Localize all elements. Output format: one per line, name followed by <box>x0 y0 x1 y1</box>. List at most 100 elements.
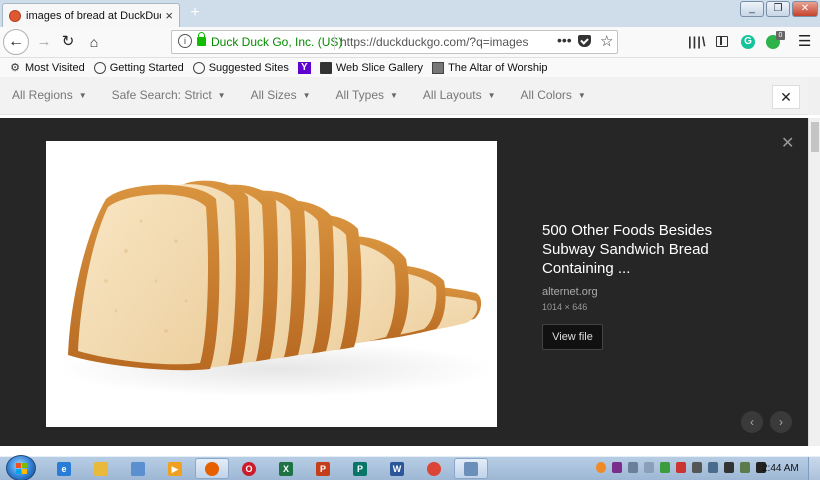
close-filters-button[interactable]: ✕ <box>772 85 800 109</box>
taskbar-word-button[interactable]: W <box>380 458 414 479</box>
caret-down-icon: ▼ <box>302 91 311 100</box>
image-filter-bar: All Regions ▼ Safe Search: Strict ▼ All Si… <box>0 77 820 115</box>
minimize-button[interactable]: _ <box>740 1 764 17</box>
forward-button[interactable]: → <box>34 31 54 53</box>
new-tab-button[interactable]: + <box>185 3 205 23</box>
paint-icon <box>131 461 145 476</box>
taskbar-internet-explorer-button[interactable]: e <box>47 458 81 479</box>
navigation-toolbar: ← → ↻ ⌂ i Duck Duck Go, Inc. (US) https:… <box>0 27 820 58</box>
url-input[interactable]: https://duckduckgo.com/?q=images <box>340 35 555 49</box>
bookmark-altar-of-worship[interactable]: The Altar of Worship <box>432 61 548 74</box>
filter-layouts-dropdown[interactable]: All Layouts ▼ <box>423 88 496 102</box>
browser-tab-active[interactable]: images of bread at DuckDuckG × <box>2 3 180 27</box>
bookmark-web-slice-gallery[interactable]: Web Slice Gallery <box>319 61 424 74</box>
close-detail-icon[interactable]: ✕ <box>781 133 794 153</box>
bread-image[interactable] <box>46 141 497 427</box>
caret-down-icon: ▼ <box>577 91 586 100</box>
filter-label: All Regions <box>12 88 73 102</box>
grammarly-icon[interactable]: G <box>741 35 755 49</box>
display-icon[interactable] <box>692 462 702 473</box>
tray-app-icon[interactable] <box>596 462 606 473</box>
filter-types-dropdown[interactable]: All Types ▼ <box>336 88 398 102</box>
show-desktop-button[interactable] <box>808 457 820 480</box>
home-button[interactable]: ⌂ <box>84 31 104 53</box>
volume-icon[interactable] <box>628 462 638 473</box>
taskbar-firefox-button[interactable] <box>195 458 229 479</box>
globe-icon <box>93 61 106 74</box>
page-background-strip <box>0 446 808 456</box>
usb-icon[interactable] <box>724 462 734 473</box>
taskbar-publisher-button[interactable]: P <box>343 458 377 479</box>
taskbar-opera-button[interactable]: O <box>232 458 266 479</box>
taskbar-paint-button[interactable] <box>121 458 155 479</box>
bookmark-most-visited[interactable]: ⚙ Most Visited <box>9 62 85 74</box>
filter-regions-dropdown[interactable]: All Regions ▼ <box>12 88 87 102</box>
close-window-button[interactable]: ✕ <box>792 1 818 17</box>
page-actions-menu-icon[interactable]: ••• <box>557 32 572 48</box>
library-icon[interactable]: |||\ <box>688 34 707 49</box>
image-title[interactable]: 500 Other Foods Besides Subway Sandwich … <box>542 221 742 278</box>
tray-app-icon[interactable] <box>660 462 670 473</box>
firefox-icon <box>205 461 219 476</box>
filter-colors-dropdown[interactable]: All Colors ▼ <box>521 88 586 102</box>
filter-safe-search-dropdown[interactable]: Safe Search: Strict ▼ <box>112 88 226 102</box>
next-image-button[interactable]: › <box>770 411 792 433</box>
pocket-icon[interactable] <box>578 35 591 47</box>
lock-icon <box>197 32 206 46</box>
tray-app-icon[interactable] <box>612 462 622 473</box>
extension-badge: 0 <box>776 31 785 40</box>
yahoo-icon: Y <box>297 61 311 74</box>
filter-label: All Layouts <box>422 88 482 102</box>
filter-sizes-dropdown[interactable]: All Sizes ▼ <box>251 88 311 102</box>
web-slice-icon <box>319 61 332 74</box>
tab-title: images of bread at DuckDuckG <box>26 9 161 22</box>
view-file-button[interactable]: View file <box>542 324 603 350</box>
chrome-icon <box>427 461 441 476</box>
taskbar-chrome-button[interactable] <box>417 458 451 479</box>
page-scrollbar[interactable] <box>808 118 820 446</box>
reload-button[interactable]: ↻ <box>58 31 78 53</box>
tray-app-icon[interactable] <box>644 462 654 473</box>
bookmark-yahoo[interactable]: Y <box>297 61 311 74</box>
sidebar-icon[interactable] <box>716 36 728 47</box>
bookmark-getting-started[interactable]: Getting Started <box>93 61 184 74</box>
caret-down-icon: ▼ <box>217 91 226 100</box>
bookmark-label: The Altar of Worship <box>448 61 548 74</box>
gear-icon: ⚙ <box>10 61 20 74</box>
taskbar-excel-button[interactable]: X <box>269 458 303 479</box>
bookmark-label: Most Visited <box>25 61 85 74</box>
windows-taskbar: e ▶ O X P P W 2:44 AM <box>0 455 820 480</box>
taskbar-powerpoint-button[interactable]: P <box>306 458 340 479</box>
address-bar[interactable]: i Duck Duck Go, Inc. (US) https://duckdu… <box>171 30 618 54</box>
bookmark-suggested-sites[interactable]: Suggested Sites <box>192 61 289 74</box>
previous-image-button[interactable]: ‹ <box>741 411 763 433</box>
media-player-icon: ▶ <box>168 461 182 476</box>
network-icon[interactable] <box>740 462 750 473</box>
site-info-icon[interactable]: i <box>178 34 192 48</box>
publisher-icon: P <box>353 461 367 476</box>
taskbar-clock[interactable]: 2:44 AM <box>762 463 799 474</box>
tab-close-icon[interactable]: × <box>165 8 173 23</box>
image-source[interactable]: alternet.org <box>542 286 598 298</box>
restore-button[interactable]: ❐ <box>766 1 790 17</box>
taskbar-media-player-button[interactable]: ▶ <box>158 458 192 479</box>
tray-app-icon[interactable] <box>708 462 718 473</box>
image-dimensions: 1014 × 646 <box>542 302 588 312</box>
hamburger-menu-icon[interactable]: ☰ <box>798 32 811 50</box>
taskbar-file-explorer-button[interactable] <box>84 458 118 479</box>
site-identity-label: Duck Duck Go, Inc. (US) <box>211 35 343 49</box>
file-explorer-icon <box>94 461 108 476</box>
excel-icon: X <box>279 461 293 476</box>
taskbar-network-drive-button[interactable] <box>454 458 488 479</box>
network-drive-icon <box>464 461 478 476</box>
flag-icon[interactable] <box>676 462 686 473</box>
globe-icon <box>192 61 205 74</box>
back-button[interactable]: ← <box>3 29 29 55</box>
scrollbar-thumb[interactable] <box>811 122 819 152</box>
address-separator <box>334 34 335 50</box>
bookmark-star-icon[interactable]: ☆ <box>600 32 613 50</box>
caret-down-icon: ▼ <box>390 91 398 100</box>
filter-label: All Sizes <box>250 88 297 102</box>
bookmark-label: Web Slice Gallery <box>335 61 424 74</box>
start-button[interactable] <box>6 455 36 480</box>
